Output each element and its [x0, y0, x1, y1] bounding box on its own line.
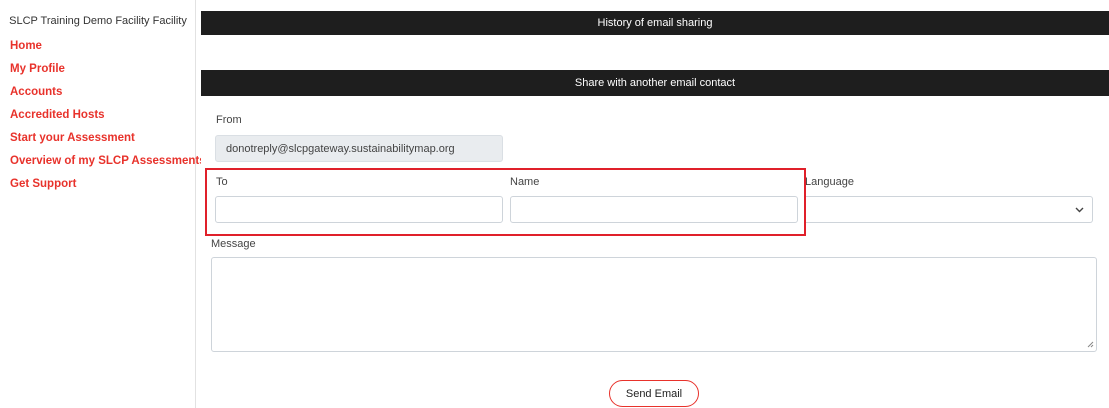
sidebar: SLCP Training Demo Facility Facility Hom… — [0, 0, 206, 408]
facility-name: SLCP Training Demo Facility Facility — [9, 15, 187, 27]
main-content: History of email sharing Share with anot… — [201, 0, 1109, 408]
from-field — [215, 135, 503, 162]
chevron-down-icon — [1075, 205, 1084, 215]
message-textarea[interactable] — [211, 257, 1097, 352]
language-select[interactable] — [805, 196, 1093, 223]
language-label: Language — [805, 176, 854, 188]
resize-grip-icon[interactable] — [1087, 340, 1094, 350]
sidebar-item-accredited-hosts[interactable]: Accredited Hosts — [0, 104, 195, 127]
send-email-button[interactable]: Send Email — [609, 380, 699, 407]
sidebar-item-get-support[interactable]: Get Support — [0, 173, 195, 196]
sidebar-item-start-assessment[interactable]: Start your Assessment — [0, 127, 195, 150]
highlight-annotation-box — [205, 168, 806, 236]
message-label: Message — [211, 238, 256, 250]
sidebar-item-overview-assessments[interactable]: Overview of my SLCP Assessments — [0, 150, 206, 173]
sidebar-item-my-profile[interactable]: My Profile — [0, 58, 195, 81]
sidebar-item-accounts[interactable]: Accounts — [0, 81, 195, 104]
share-section-header: Share with another email contact — [201, 70, 1109, 96]
from-label: From — [216, 114, 242, 126]
sidebar-item-home[interactable]: Home — [0, 35, 195, 58]
history-section-header: History of email sharing — [201, 11, 1109, 35]
sidebar-nav: Home My Profile Accounts Accredited Host… — [0, 35, 206, 196]
